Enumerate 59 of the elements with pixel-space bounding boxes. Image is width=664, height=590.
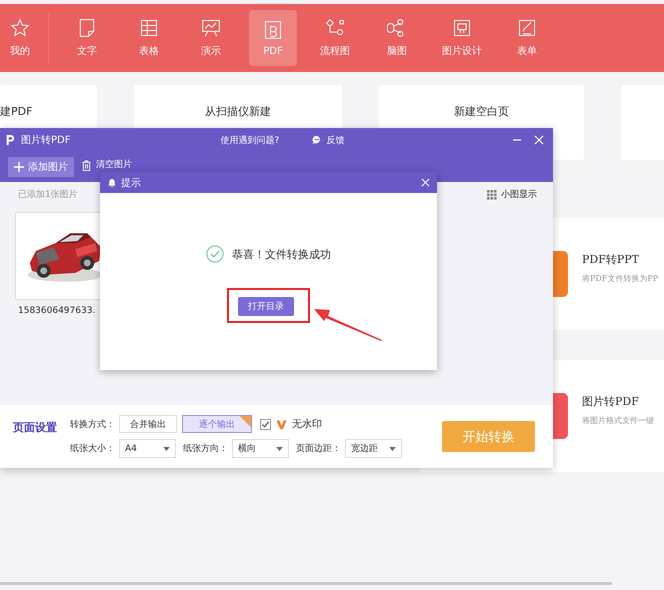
arrow: [314, 306, 384, 342]
caret-icon: [389, 446, 396, 450]
output-mode-option[interactable]: 合并输出: [119, 415, 177, 433]
dropdown[interactable]: 横向: [232, 439, 289, 458]
feature-description: 将图片格式文件一键: [582, 415, 654, 426]
trash-icon: [82, 160, 91, 170]
open-folder-button[interactable]: 打开目录: [238, 297, 294, 316]
field-label: 纸张大小：: [70, 442, 114, 455]
window-title: 图片转PDF: [21, 134, 70, 147]
plus-icon: [14, 162, 24, 172]
feedback-link[interactable]: 反馈: [326, 134, 344, 146]
caret-icon: [163, 446, 170, 450]
star-icon: [10, 18, 30, 38]
caret-icon: [276, 446, 283, 450]
scrollbar[interactable]: [0, 582, 612, 585]
nav-tab[interactable]: 演示: [187, 10, 235, 66]
field-label: 页面边距：: [296, 442, 340, 455]
close-icon: [534, 135, 544, 145]
flowchart-icon: [325, 18, 345, 38]
vip-icon: [276, 418, 287, 430]
nav-tab[interactable]: 脑图: [373, 10, 421, 66]
chat-icon: [312, 135, 322, 145]
frame-icon: [452, 18, 472, 38]
clear-images-button[interactable]: 清空图片: [96, 158, 132, 170]
field-label: 转换方式：: [70, 418, 114, 430]
dialog-title: 提示: [121, 176, 141, 190]
grid-icon: [487, 190, 497, 200]
nav-tab[interactable]: 表单: [503, 10, 551, 66]
add-image-button[interactable]: 添加图片: [8, 157, 74, 177]
checkbox[interactable]: [260, 418, 271, 430]
feature-title: 图片转PDF: [582, 394, 640, 409]
field-label: 纸张方向：: [183, 442, 227, 455]
presentation-icon: [201, 18, 221, 38]
check-circle-icon: [206, 245, 224, 263]
nav-tab[interactable]: 流程图: [311, 10, 359, 66]
close-icon: [421, 178, 430, 187]
table-icon: [139, 18, 159, 38]
bell-icon: [108, 178, 116, 188]
check-icon: [261, 420, 270, 428]
feature-description: 将PDF文件转换为PP: [582, 273, 658, 284]
form-icon: [517, 18, 537, 38]
logo-icon: [5, 134, 15, 146]
nav-tab[interactable]: 表格: [125, 10, 173, 66]
image-count: 已添加1张图片: [18, 188, 78, 201]
nav-tab[interactable]: 图片设计: [435, 10, 489, 66]
view-toggle[interactable]: 小图显示: [487, 188, 537, 201]
checkbox-label: 无水印: [292, 418, 322, 431]
nav-tab[interactable]: PDF: [249, 10, 297, 66]
help-link[interactable]: 使用遇到问题?: [220, 134, 280, 146]
feature-title: PDF转PPT: [582, 252, 640, 267]
section-heading: 页面设置: [13, 420, 58, 435]
nav-tab[interactable]: 文字: [63, 10, 111, 66]
dropdown[interactable]: 宽边距: [345, 439, 402, 458]
dropdown[interactable]: A4: [119, 439, 176, 458]
nav-tab[interactable]: 我的: [0, 10, 40, 66]
close-button[interactable]: [419, 176, 432, 189]
file-name: 1583606497633.: [18, 306, 96, 316]
document-icon: [77, 18, 97, 38]
success-message: 恭喜！文件转换成功: [232, 246, 331, 262]
